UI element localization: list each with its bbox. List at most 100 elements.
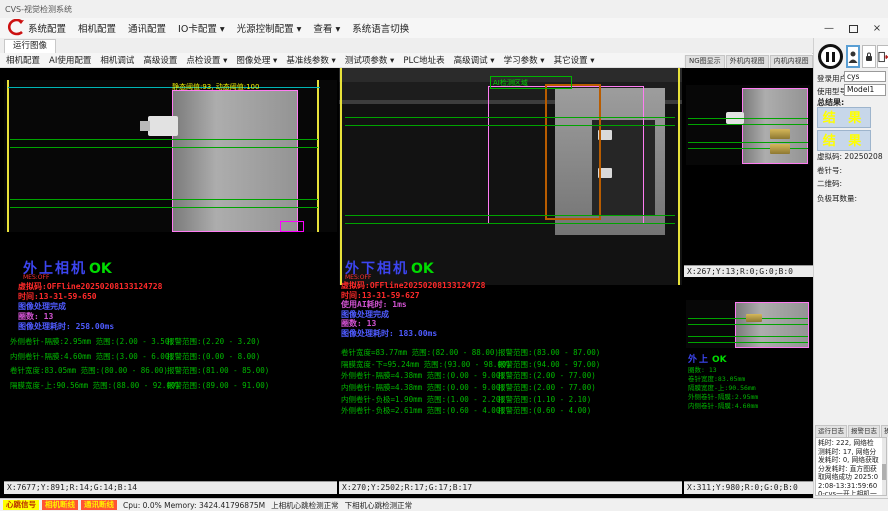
inner-view-line: 卷针宽度:83.05mm [688, 375, 758, 384]
exit-icon [878, 51, 888, 63]
lock-button[interactable] [862, 45, 876, 68]
right-view-tab[interactable]: 内机内视图 [770, 55, 813, 68]
scrollbar-thumb[interactable] [882, 464, 886, 480]
left-mes-status: MES:OFF [23, 274, 49, 281]
info-line: 使用AI耗时: 1ms [341, 300, 485, 310]
overlay-green-line [688, 124, 808, 125]
log-tabs: 运行日志报警日志操作日志 [814, 425, 888, 437]
toolbar-item[interactable]: 高级设置 [143, 54, 177, 66]
overlay-orange-rect [545, 84, 601, 220]
overlay-green-line [10, 207, 318, 208]
measurement-value: 卷针宽度:83.05mm 范围:(80.00 - 86.00) [10, 366, 168, 375]
left-info-lines: 虚拟码:OFFline20250208133124728时间:13-31-59-… [18, 282, 162, 332]
maximize-button[interactable] [844, 21, 862, 36]
overlay-green-line [688, 324, 808, 325]
log-tab[interactable]: 操作日志 [881, 425, 888, 437]
ng-view-image[interactable] [686, 85, 810, 165]
log-text-area[interactable]: 耗时: 222, 网络检测耗时: 17, 网络分发耗时: 0, 网络获取分发耗时… [815, 437, 887, 496]
cam1-heartbeat-text: 上相机心跳检测正常 [271, 500, 339, 511]
menu-item[interactable]: 相机配置 [78, 21, 116, 35]
log-tab[interactable]: 运行日志 [815, 425, 847, 437]
menu-item[interactable]: 通讯配置 [128, 21, 166, 35]
log-scrollbar[interactable] [882, 438, 886, 495]
log-tab[interactable]: 报警日志 [848, 425, 880, 437]
measurement-row: 外侧卷针-负极=2.61mm 范围:(0.60 - 4.00)报警范围:(0.6… [341, 405, 511, 417]
ai-detect-region: AI检测区域 [490, 76, 572, 89]
model-select[interactable]: Model1 [844, 84, 886, 96]
menu-item[interactable]: 光源控制配置 ▾ [237, 21, 302, 35]
pause-icon [832, 52, 835, 62]
menu-item[interactable]: 系统配置 [28, 21, 66, 35]
ng-view-pixel-status: X:267;Y:13;R:0;G:0;B:0 [684, 265, 813, 277]
middle-camera-image[interactable]: AI检测区域 [339, 68, 682, 285]
inner-view-pixel-status: X:311;Y:980;R:0;G:0;B:0 [684, 481, 813, 494]
toolbar-item[interactable]: 基准线参数 ▾ [286, 54, 335, 66]
inner-view-result: 外上OK [688, 352, 727, 365]
title-bar: CVS-视觉检测系统 [0, 0, 888, 18]
qr-code-label: 二维码: [817, 178, 842, 189]
separator-film-region [172, 90, 298, 232]
info-line: 虚拟码:OFFline20250208133124728 [18, 282, 162, 292]
measurement-value: 内侧卷针-隔膜:4.60mm 范围:(3.00 - 6.00) [10, 352, 174, 361]
user-login-button[interactable] [846, 45, 860, 68]
overlay-green-line [10, 147, 318, 148]
menu-item[interactable]: IO卡配置 ▾ [178, 21, 225, 35]
inner-view-result-ok: OK [712, 355, 727, 365]
overlay-magenta-rect [280, 221, 304, 232]
measurement-value: 卷针宽度=83.77mm 范围:(82.00 - 88.00) [341, 348, 499, 357]
menu-item[interactable]: 系统语言切换 [352, 21, 409, 35]
menu-item[interactable]: 查看 ▾ [313, 21, 340, 35]
toolbar-item[interactable]: 学习参数 ▾ [504, 54, 545, 66]
inner-view-image[interactable] [686, 300, 810, 348]
right-view-tab[interactable]: 外机内视图 [726, 55, 769, 68]
virtual-code-value: 20250208 [844, 152, 882, 161]
measurement-alarm: 报警范围:(2.00 - 77.00) [498, 382, 596, 393]
overlay-yline-left [7, 80, 9, 232]
threshold-overlay-text: 静态阈值:93, 动态阈值:100 [172, 82, 259, 92]
tab-run-image[interactable]: 运行图像 [4, 39, 56, 53]
measurement-alarm: 报警范围:(0.60 - 4.00) [498, 405, 591, 416]
minimize-button[interactable]: — [820, 21, 838, 36]
info-line: 虚拟码:OFFline20250208133124728 [341, 281, 485, 291]
measurement-alarm: 报警范围:(2.20 - 3.20) [167, 336, 260, 347]
right-view-tab[interactable]: NG图显示 [685, 55, 725, 68]
toolbar-item[interactable]: 其它设置 ▾ [554, 54, 595, 66]
app-logo-icon [4, 19, 26, 36]
connector-tip [140, 121, 150, 131]
overlay-yline-left [340, 68, 342, 285]
result-box-2: 结 果 [817, 130, 871, 151]
measurement-row: 隔膜宽度-上:90.56mm 范围:(88.00 - 92.00)报警范围:(8… [10, 380, 180, 395]
measurement-value: 隔膜宽度-下=95.24mm 范围:(93.00 - 98.00) [341, 360, 511, 369]
toolbar-item[interactable]: 相机配置 [6, 54, 40, 66]
exit-button[interactable] [877, 45, 888, 68]
overlay-green-line [688, 118, 808, 119]
left-measurements: 外侧卷针-隔膜:2.95mm 范围:(2.00 - 3.50)报警范围:(2.2… [10, 336, 180, 394]
toolbar-item[interactable]: 图像处理 ▾ [236, 54, 277, 66]
middle-info-lines: 虚拟码:OFFline20250208133124728时间:13-31-59-… [341, 281, 485, 338]
info-line: 图像处理完成 [18, 302, 162, 312]
toolbar-item[interactable]: 点检设置 ▾ [186, 54, 227, 66]
overlay-green-line [345, 125, 675, 126]
middle-mes-status: MES:OFF [345, 274, 371, 281]
inner-view-line: 圈数: 13 [688, 366, 758, 375]
close-button[interactable]: × [868, 21, 886, 36]
lock-icon [864, 51, 874, 63]
login-user-input[interactable]: cys [844, 71, 886, 82]
view-tab-bar: 运行图像 [0, 38, 888, 54]
virtual-code-label: 虚拟码: [817, 152, 842, 161]
toolbar-item[interactable]: PLC地址表 [403, 54, 444, 66]
info-line: 时间:13-31-59-650 [18, 292, 162, 302]
electrode-tab [770, 129, 790, 139]
toolbar-item[interactable]: 相机调试 [100, 54, 134, 66]
toolbar-item[interactable]: 高级调试 ▾ [454, 54, 495, 66]
left-camera-image[interactable]: 静态阈值:93, 动态阈值:100 [4, 80, 337, 232]
overlay-green-line [688, 142, 808, 143]
window-controls: — × [820, 19, 886, 37]
user-icon [848, 50, 858, 64]
inner-view-line: 外侧卷针-隔膜:2.95mm [688, 393, 758, 402]
measurement-value: 外侧卷针-负极=2.61mm 范围:(0.60 - 4.00) [341, 406, 505, 415]
tab-count-label: 负极耳数量: [817, 193, 857, 204]
toolbar-item[interactable]: AI使用配置 [49, 54, 91, 66]
pause-button[interactable] [818, 44, 843, 69]
toolbar-item[interactable]: 测试项参数 ▾ [345, 54, 394, 66]
